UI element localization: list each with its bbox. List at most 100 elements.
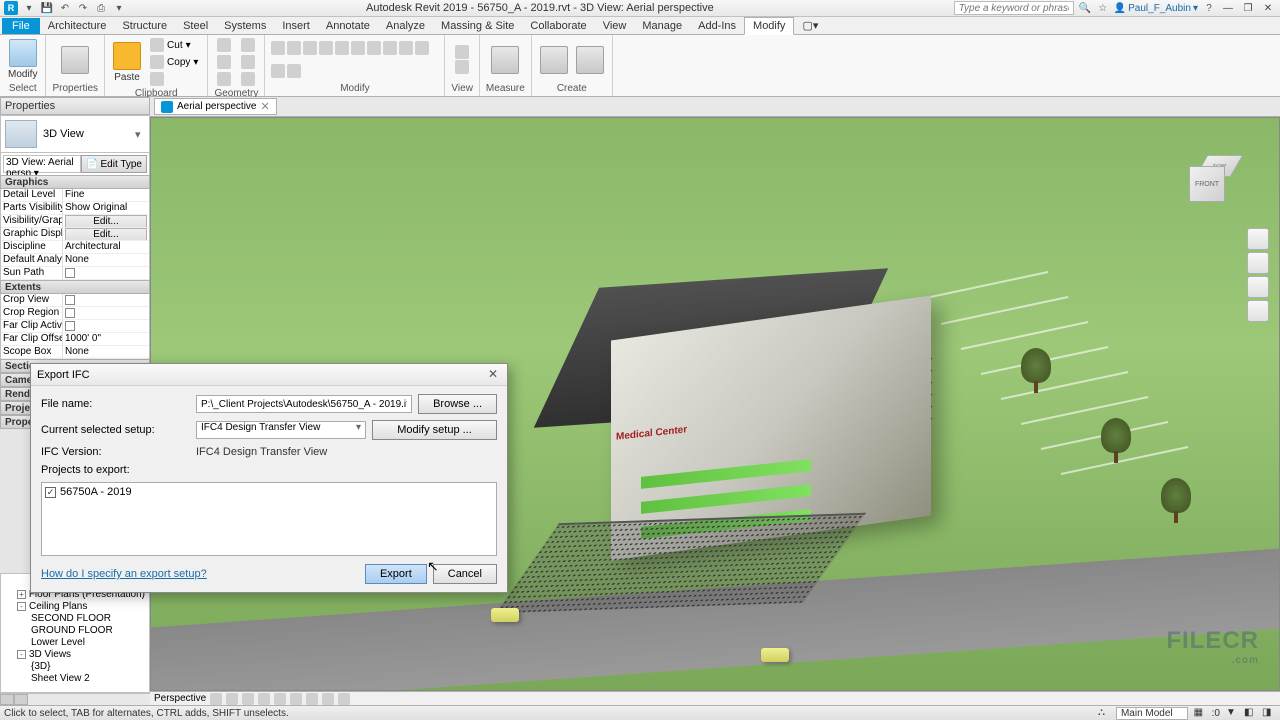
rotate-icon[interactable] — [303, 41, 317, 55]
section-graphics[interactable]: Graphics — [0, 175, 150, 189]
geom-btn-4[interactable] — [238, 37, 258, 53]
hide-icon[interactable] — [290, 693, 302, 705]
setup-dropdown[interactable]: IFC4 Design Transfer View — [196, 421, 366, 439]
cut-button[interactable]: Cut ▾ — [147, 37, 201, 53]
crop-icon[interactable] — [274, 693, 286, 705]
prop-far-clip-active-value[interactable] — [63, 320, 149, 333]
qat-save-icon[interactable]: 💾 — [40, 1, 54, 15]
edit-button-1[interactable]: Edit... — [65, 215, 147, 228]
prop-default-analy-value[interactable]: None — [63, 254, 149, 267]
nav-orbit-icon[interactable] — [1247, 300, 1269, 322]
edit-button-2[interactable]: Edit... — [65, 228, 147, 241]
section-extents[interactable]: Extents — [0, 280, 150, 294]
qat-undo-icon[interactable]: ↶ — [58, 1, 72, 15]
sel-icon-1[interactable]: ◧ — [1244, 707, 1256, 719]
tree-item-ceiling-plans[interactable]: -Ceiling Plans — [3, 600, 147, 612]
view-tab-aerial[interactable]: Aerial perspective ✕ — [154, 98, 277, 115]
match-button[interactable] — [147, 71, 201, 87]
ribbon-tab-massing[interactable]: Massing & Site — [433, 18, 522, 34]
geom-btn-1[interactable] — [214, 37, 234, 53]
worksets-icon[interactable]: ⛬ — [1098, 707, 1110, 719]
ribbon-tab-collaborate[interactable]: Collaborate — [522, 18, 594, 34]
view-icon-1[interactable] — [455, 45, 469, 59]
properties-panel-header[interactable]: Properties — [0, 97, 150, 115]
qat-print-icon[interactable]: ⎙ — [94, 1, 108, 15]
checkbox-icon[interactable] — [65, 308, 75, 318]
offset-icon[interactable] — [383, 41, 397, 55]
ribbon-tab-addins[interactable]: Add-Ins — [690, 18, 744, 34]
user-account-link[interactable]: 👤 Paul_F_Aubin ▾ — [1114, 3, 1198, 14]
project-checkbox[interactable]: ✓ — [45, 487, 56, 498]
view-mode-label[interactable]: Perspective — [154, 693, 206, 704]
nav-wheel-icon[interactable] — [1247, 228, 1269, 250]
browse-button[interactable]: Browse ... — [418, 394, 497, 414]
qat-more-icon[interactable]: ▾ — [112, 1, 126, 15]
vc-icon-8[interactable] — [322, 693, 334, 705]
move-icon[interactable] — [271, 41, 285, 55]
array-icon[interactable] — [351, 41, 365, 55]
minimize-button[interactable]: — — [1220, 1, 1236, 15]
geom-btn-2[interactable] — [214, 54, 234, 70]
measure-button[interactable] — [489, 44, 521, 76]
prop-sun-path-value[interactable] — [63, 267, 149, 280]
help-icon[interactable]: ? — [1202, 1, 1216, 15]
copy-button[interactable]: Copy ▾ — [147, 54, 201, 70]
paste-button[interactable]: Paste — [111, 40, 143, 85]
browser-scrollbar[interactable] — [0, 693, 150, 705]
star-icon[interactable]: ☆ — [1096, 1, 1110, 15]
tree-item-3d[interactable]: {3D} — [3, 660, 147, 672]
render-icon[interactable] — [258, 693, 270, 705]
delete-icon[interactable] — [287, 64, 301, 78]
split-icon[interactable] — [335, 41, 349, 55]
viewcube-front-face[interactable]: FRONT — [1189, 166, 1225, 202]
trim-icon[interactable] — [319, 41, 333, 55]
ribbon-tab-manage[interactable]: Manage — [634, 18, 690, 34]
ribbon-tab-file[interactable]: File — [2, 18, 40, 34]
dialog-close-button[interactable]: ✕ — [485, 367, 501, 383]
nav-zoom-icon[interactable] — [1247, 276, 1269, 298]
ribbon-collapse-icon[interactable]: ▢▾ — [794, 17, 826, 34]
prop-crop-view-value[interactable] — [63, 294, 149, 307]
tree-item-ground-floor[interactable]: GROUND FLOOR — [3, 624, 147, 636]
prop-detail-level-value[interactable]: Fine — [63, 189, 149, 202]
export-button[interactable]: Export — [365, 564, 427, 584]
app-logo[interactable]: R — [4, 1, 18, 15]
mirror-icon[interactable] — [367, 41, 381, 55]
copy-icon-2[interactable] — [287, 41, 301, 55]
prop-graphic-disp-value[interactable]: Edit... — [63, 228, 149, 241]
editable-only-icon[interactable]: ▦ — [1194, 707, 1206, 719]
modify-tool-button[interactable]: Modify — [6, 37, 39, 82]
ribbon-tab-architecture[interactable]: Architecture — [40, 18, 115, 34]
prop-discipline-value[interactable]: Architectural — [63, 241, 149, 254]
properties-button[interactable] — [59, 44, 91, 76]
geom-btn-3[interactable] — [214, 71, 234, 87]
shadows-icon[interactable] — [242, 693, 254, 705]
instance-selector[interactable]: 3D View: Aerial persp ▾ — [3, 155, 81, 173]
vc-icon-9[interactable] — [338, 693, 350, 705]
ribbon-tab-analyze[interactable]: Analyze — [378, 18, 433, 34]
search-icon[interactable]: 🔍 — [1078, 1, 1092, 15]
file-name-input[interactable] — [196, 395, 412, 413]
sun-path-icon[interactable] — [226, 693, 238, 705]
tree-item-sheet-view-2[interactable]: Sheet View 2 — [3, 672, 147, 684]
ribbon-tab-steel[interactable]: Steel — [175, 18, 216, 34]
restore-button[interactable]: ❐ — [1240, 1, 1256, 15]
type-selector[interactable]: 3D View ▾ — [0, 115, 150, 153]
qat-open-icon[interactable]: ▾ — [22, 1, 36, 15]
view-cube[interactable]: TOP FRONT — [1189, 148, 1249, 208]
design-options-dropdown[interactable]: Main Model — [1116, 707, 1188, 720]
reveal-icon[interactable] — [306, 693, 318, 705]
edit-type-button[interactable]: 📄 Edit Type — [81, 155, 147, 173]
prop-vis-grap-value[interactable]: Edit... — [63, 215, 149, 228]
tree-item-second-floor[interactable]: SECOND FLOOR — [3, 612, 147, 624]
view-icon-2[interactable] — [455, 60, 469, 74]
tree-collapse-icon[interactable]: - — [17, 602, 26, 611]
tree-item-3d-views[interactable]: -3D Views — [3, 648, 147, 660]
help-link[interactable]: How do I specify an export setup? — [41, 568, 207, 580]
ribbon-tab-insert[interactable]: Insert — [274, 18, 318, 34]
tree-item-lower-level-2[interactable]: Lower Level — [3, 636, 147, 648]
scale-icon[interactable] — [415, 41, 429, 55]
close-button[interactable]: ✕ — [1260, 1, 1276, 15]
cancel-button[interactable]: Cancel — [433, 564, 497, 584]
project-list-item[interactable]: ✓ 56750A - 2019 — [45, 486, 493, 498]
